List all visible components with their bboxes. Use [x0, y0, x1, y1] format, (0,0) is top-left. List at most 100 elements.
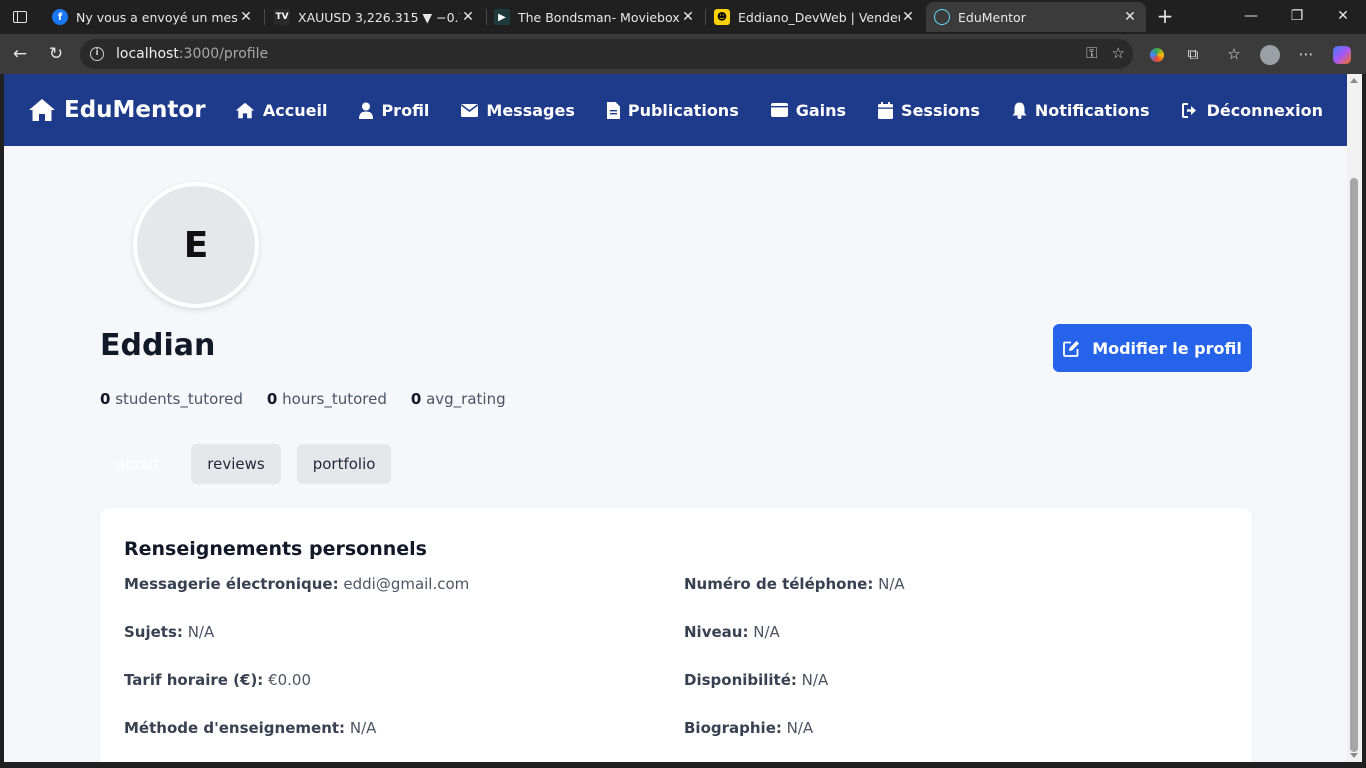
- edit-profile-label: Modifier le profil: [1092, 338, 1242, 358]
- more-menu-icon[interactable]: ⋯: [1294, 42, 1318, 66]
- close-icon[interactable]: ✕: [460, 9, 476, 25]
- extension-color-icon[interactable]: [1145, 42, 1169, 66]
- browser-tab-title: EduMentor: [958, 9, 1026, 25]
- browser-tab[interactable]: TV XAUUSD 3,226.315 ▼ −0.73% ✕: [266, 2, 484, 32]
- close-icon[interactable]: ✕: [680, 9, 696, 25]
- address-bar[interactable]: i localhost:3000/profile ⚿ ☆: [80, 39, 1133, 69]
- stat-value: 0: [410, 390, 422, 408]
- browser-tab-active[interactable]: EduMentor ✕: [926, 2, 1146, 32]
- facebook-icon: f: [52, 9, 68, 25]
- wallet-icon: [770, 103, 788, 117]
- nav-links: Accueil Profil Messages Publications Gai…: [235, 74, 1323, 146]
- profile-name: Eddian: [100, 328, 216, 363]
- tab-actions-icon[interactable]: [8, 6, 32, 28]
- scroll-down-arrow-icon[interactable]: [1350, 753, 1358, 758]
- copilot-icon[interactable]: [1330, 42, 1354, 66]
- field-subjects: Sujets: N/A: [124, 623, 214, 641]
- nav-publications[interactable]: Publications: [606, 100, 739, 120]
- field-teaching-method: Méthode d'enseignement: N/A: [124, 719, 376, 737]
- field-value: N/A: [753, 623, 780, 641]
- field-value: €0.00: [268, 671, 312, 689]
- avatar-initial: E: [183, 224, 209, 266]
- tab-reviews[interactable]: reviews: [191, 444, 281, 484]
- edit-icon: [1063, 340, 1080, 357]
- browser-tab-strip: f Ny vous a envoyé un message ✕ TV XAUUS…: [0, 0, 1366, 34]
- nav-profil[interactable]: Profil: [359, 101, 429, 120]
- field-label: Méthode d'enseignement:: [124, 719, 346, 737]
- nav-label: Sessions: [901, 100, 980, 120]
- restore-icon[interactable]: ❐: [1274, 0, 1320, 34]
- avatar: E: [133, 182, 259, 308]
- favorites-icon[interactable]: ☆: [1222, 42, 1246, 66]
- window-close-icon[interactable]: ✕: [1320, 0, 1366, 34]
- stat-value: 0: [266, 390, 278, 408]
- url-path: :3000/profile: [178, 46, 269, 62]
- minimize-icon[interactable]: —: [1228, 0, 1274, 34]
- field-label: Disponibilité:: [684, 671, 797, 689]
- nav-label: Messages: [486, 100, 575, 120]
- personal-info-card: Renseignements personnels Messagerie éle…: [100, 508, 1252, 762]
- stat-label: avg_rating: [426, 390, 506, 408]
- nav-label: Gains: [795, 100, 847, 120]
- browser-tab-title: Eddiano_DevWeb | Vendeur su: [738, 9, 900, 25]
- info-icon[interactable]: i: [90, 47, 104, 61]
- edit-profile-button[interactable]: Modifier le profil: [1053, 324, 1252, 372]
- nav-deconnexion[interactable]: Déconnexion: [1181, 100, 1323, 120]
- tab-portfolio[interactable]: portfolio: [296, 444, 392, 484]
- close-icon[interactable]: ✕: [238, 9, 254, 25]
- moviebox-icon: ▶: [494, 9, 510, 25]
- field-label: Messagerie électronique:: [124, 575, 339, 593]
- nav-accueil[interactable]: Accueil: [235, 101, 327, 120]
- react-icon: [934, 9, 950, 25]
- extensions-puzzle-icon[interactable]: ⧉: [1181, 42, 1205, 66]
- stat-label: students_tutored: [115, 390, 243, 408]
- nav-label: Publications: [627, 100, 739, 120]
- scroll-up-arrow-icon[interactable]: [1350, 78, 1358, 83]
- stat-avg-rating: 0 avg_rating: [411, 390, 506, 408]
- stat-label: hours_tutored: [282, 390, 387, 408]
- browser-tab[interactable]: f Ny vous a envoyé un message ✕: [44, 2, 262, 32]
- app-navbar: EduMentor Accueil Profil Messages Public…: [4, 74, 1347, 146]
- profile-avatar-icon[interactable]: [1258, 42, 1282, 66]
- nav-label: Profil: [381, 100, 430, 120]
- nav-label: Déconnexion: [1206, 100, 1323, 120]
- brand-logo[interactable]: EduMentor: [28, 74, 206, 146]
- field-label: Tarif horaire (€):: [124, 671, 264, 689]
- new-tab-icon[interactable]: +: [1153, 4, 1177, 28]
- url-text: localhost:3000/profile: [116, 46, 268, 62]
- url-host: localhost: [116, 46, 179, 62]
- nav-notifications[interactable]: Notifications: [1012, 101, 1150, 120]
- brand-name: EduMentor: [64, 97, 206, 123]
- browser-toolbar: ← ↻ i localhost:3000/profile ⚿ ☆ ⧉ ☆ ⋯: [0, 34, 1366, 74]
- field-level: Niveau: N/A: [684, 623, 780, 641]
- fiverr-icon: ☻: [714, 9, 730, 25]
- nav-gains[interactable]: Gains: [770, 100, 847, 120]
- home-icon: [235, 102, 255, 118]
- browser-tab[interactable]: ▶ The Bondsman- Moviebox ✕: [486, 2, 704, 32]
- bell-icon: [1012, 102, 1027, 119]
- tradingview-icon: TV: [274, 9, 290, 25]
- field-value: N/A: [878, 575, 905, 593]
- field-availability: Disponibilité: N/A: [684, 671, 828, 689]
- reload-icon[interactable]: ↻: [44, 42, 68, 66]
- stat-students-tutored: 0 students_tutored: [100, 390, 243, 408]
- close-icon[interactable]: ✕: [1122, 9, 1138, 25]
- tab-label: reviews: [207, 455, 265, 473]
- scrollbar-thumb[interactable]: [1350, 178, 1358, 752]
- browser-tab-title: The Bondsman- Moviebox: [518, 9, 680, 25]
- page-viewport: EduMentor Accueil Profil Messages Public…: [4, 74, 1347, 762]
- tab-about[interactable]: about: [100, 444, 175, 484]
- favorite-star-icon[interactable]: ☆: [1112, 44, 1125, 62]
- field-hourly-rate: Tarif horaire (€): €0.00: [124, 671, 311, 689]
- nav-messages[interactable]: Messages: [461, 100, 575, 120]
- browser-tab[interactable]: ☻ Eddiano_DevWeb | Vendeur su ✕: [706, 2, 924, 32]
- page-scrollbar[interactable]: [1347, 74, 1362, 762]
- nav-label: Notifications: [1034, 100, 1150, 120]
- close-icon[interactable]: ✕: [900, 9, 916, 25]
- key-icon[interactable]: ⚿: [1086, 44, 1097, 62]
- back-icon[interactable]: ←: [8, 42, 32, 66]
- field-value: N/A: [801, 671, 829, 689]
- field-phone: Numéro de téléphone: N/A: [684, 575, 905, 593]
- stat-hours-tutored: 0 hours_tutored: [267, 390, 387, 408]
- nav-sessions[interactable]: Sessions: [878, 101, 980, 120]
